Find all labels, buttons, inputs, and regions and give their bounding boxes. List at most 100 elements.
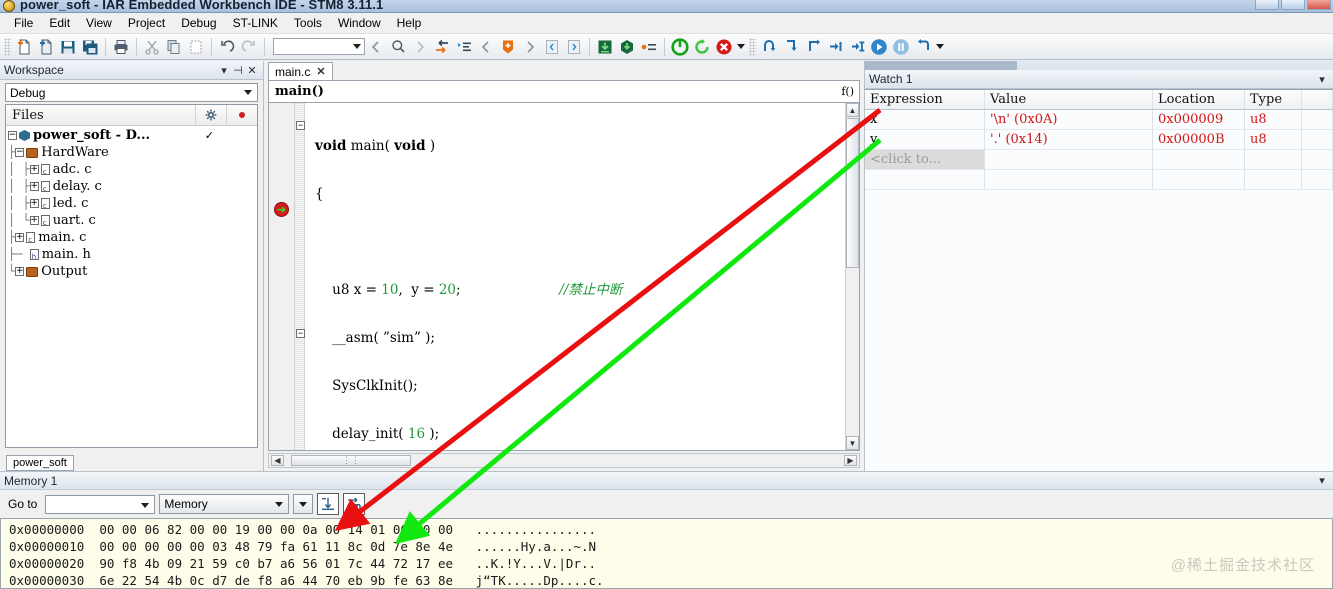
watch-expression[interactable]: y — [865, 130, 985, 149]
expander-icon[interactable]: + — [29, 165, 39, 174]
menu-tools[interactable]: Tools — [286, 14, 330, 32]
step-into-icon[interactable] — [780, 36, 802, 58]
toolbar-grip[interactable] — [4, 37, 11, 56]
chevron-down-icon[interactable] — [244, 90, 252, 95]
chevron-down-icon[interactable] — [737, 44, 745, 49]
menu-st-link[interactable]: ST-LINK — [225, 14, 286, 32]
menu-view[interactable]: View — [78, 14, 120, 32]
gear-icon[interactable] — [195, 105, 226, 125]
step-over-icon[interactable] — [758, 36, 780, 58]
previous-bookmark-icon[interactable] — [475, 36, 497, 58]
panel-menu-icon[interactable]: ▾ — [1315, 474, 1329, 488]
save-icon[interactable] — [57, 36, 79, 58]
debug-toolbar-grip[interactable] — [749, 37, 756, 56]
memory-fill-icon[interactable] — [317, 493, 340, 515]
menu-window[interactable]: Window — [330, 14, 389, 32]
memory-row[interactable]: 0x00000030 6e 22 54 4b 0c d7 de f8 a6 44… — [1, 572, 1332, 588]
close-icon[interactable]: ✕ — [316, 65, 325, 78]
next-bookmark-icon[interactable] — [519, 36, 541, 58]
watch-row-placeholder[interactable]: <click to... — [865, 150, 1333, 170]
menu-edit[interactable]: Edit — [41, 14, 78, 32]
next-error-icon[interactable] — [563, 36, 585, 58]
tree-node-output[interactable]: └ + Output — [8, 263, 257, 280]
step-out-icon[interactable] — [802, 36, 824, 58]
editor-horizontal-scrollbar[interactable]: ◀ ⋮⋮ ▶ — [268, 453, 860, 468]
editor-gutter[interactable] — [269, 103, 295, 450]
memory-options-icon[interactable] — [293, 494, 314, 514]
find-icon[interactable] — [387, 36, 409, 58]
code-text[interactable]: void main( void ) { u8 x = 10, y = 20; /… — [305, 103, 845, 450]
paste-icon[interactable] — [185, 36, 207, 58]
fold-toggle-icon[interactable]: − — [296, 329, 305, 338]
cut-icon[interactable] — [141, 36, 163, 58]
goto-input[interactable] — [45, 494, 156, 514]
memory-hexdump[interactable]: 0x00000000 00 00 06 82 00 00 19 00 00 0a… — [0, 518, 1333, 589]
menu-project[interactable]: Project — [120, 14, 173, 32]
workspace-tabs[interactable]: power_soft — [0, 450, 263, 471]
toolbar-overflow-button[interactable] — [735, 37, 747, 57]
download-icon[interactable] — [594, 36, 616, 58]
expander-icon[interactable]: + — [29, 199, 39, 208]
breakpoints-icon[interactable] — [638, 36, 660, 58]
bookmark-list-icon[interactable] — [453, 36, 475, 58]
next-statement-icon[interactable] — [824, 36, 846, 58]
workspace-tab-power-soft[interactable]: power_soft — [6, 455, 74, 471]
pin-icon[interactable]: ⊣ — [231, 63, 245, 77]
code-editor[interactable]: − − void main( void ) { u8 x = 10, y = 2… — [268, 102, 860, 451]
previous-error-icon[interactable] — [541, 36, 563, 58]
scroll-up-icon[interactable]: ▲ — [846, 103, 859, 117]
go-icon[interactable] — [868, 36, 890, 58]
editor-tabstrip[interactable]: main.c ✕ — [264, 61, 864, 80]
expander-icon[interactable]: + — [15, 267, 25, 276]
reset-icon[interactable] — [669, 36, 691, 58]
tree-node-adc-c[interactable]: │ ├ + adc. c — [8, 161, 257, 181]
tree-node-main-h[interactable]: ├─ main. h — [8, 246, 257, 266]
scroll-left-icon[interactable]: ◀ — [271, 455, 284, 466]
tree-node-uart-c[interactable]: │ └ + uart. c — [8, 212, 257, 232]
expander-icon[interactable]: − — [8, 131, 17, 140]
chevron-down-icon[interactable] — [936, 44, 944, 49]
project-tree[interactable]: − power_soft - D... ✓ ├ − HardWare │ ├ +… — [6, 126, 257, 280]
menu-help[interactable]: Help — [389, 14, 430, 32]
window-controls[interactable] — [1255, 0, 1331, 10]
memory-row[interactable]: 0x00000000 00 00 06 82 00 00 19 00 00 0a… — [1, 521, 1332, 538]
reset-target-icon[interactable] — [912, 36, 934, 58]
navigate-back-icon[interactable] — [365, 36, 387, 58]
panel-menu-icon[interactable]: ▾ — [217, 63, 231, 77]
menubar[interactable]: File Edit View Project Debug ST-LINK Too… — [0, 13, 1333, 34]
save-all-icon[interactable] — [79, 36, 101, 58]
chevron-down-icon[interactable] — [299, 501, 308, 507]
tree-node-hardware[interactable]: ├ − HardWare — [8, 144, 257, 161]
build-configuration-select[interactable]: Debug — [5, 83, 258, 102]
tree-node-project[interactable]: − power_soft - D... ✓ — [8, 127, 257, 144]
new-file-icon[interactable] — [13, 36, 35, 58]
scroll-thumb[interactable]: ⋮⋮ — [291, 455, 411, 466]
maximize-button[interactable] — [1281, 0, 1305, 10]
memory-row[interactable]: 0x00000020 90 f8 4b 09 21 59 c0 b7 a6 56… — [1, 555, 1332, 572]
watch-row-x[interactable]: x '\n' (0x0A) 0x000009 u8 — [865, 110, 1333, 130]
menu-file[interactable]: File — [6, 14, 41, 32]
file-tree-pane[interactable]: Files − power_soft - D... ✓ ├ − HardWare… — [5, 104, 258, 448]
minimize-button[interactable] — [1255, 0, 1279, 10]
tree-node-led-c[interactable]: │ ├ + led. c — [8, 195, 257, 215]
memory-toolbar[interactable]: Go to Memory — [0, 490, 1333, 518]
navigate-forward-icon[interactable] — [409, 36, 431, 58]
fold-toggle-icon[interactable]: − — [296, 121, 305, 130]
chevron-down-icon[interactable] — [353, 44, 361, 49]
scroll-thumb[interactable] — [846, 118, 859, 268]
expander-icon[interactable]: + — [15, 233, 25, 242]
editor-tab-main-c[interactable]: main.c ✕ — [268, 62, 333, 80]
expander-icon[interactable]: − — [15, 148, 25, 157]
chevron-down-icon[interactable] — [275, 501, 284, 507]
panel-menu-icon[interactable]: ▾ — [1315, 72, 1329, 86]
add-watch-expression[interactable]: <click to... — [865, 150, 985, 169]
scroll-down-icon[interactable]: ▼ — [846, 436, 859, 450]
redo-icon[interactable] — [238, 36, 260, 58]
watch-tabstrip[interactable] — [865, 61, 1333, 70]
watch-row-y[interactable]: y '.' (0x14) 0x00000B u8 — [865, 130, 1333, 150]
expander-icon[interactable]: + — [29, 216, 39, 225]
new-workspace-icon[interactable] — [35, 36, 57, 58]
breakpoint-current-line-icon[interactable] — [274, 202, 289, 217]
undo-icon[interactable] — [216, 36, 238, 58]
scroll-right-icon[interactable]: ▶ — [844, 455, 857, 466]
